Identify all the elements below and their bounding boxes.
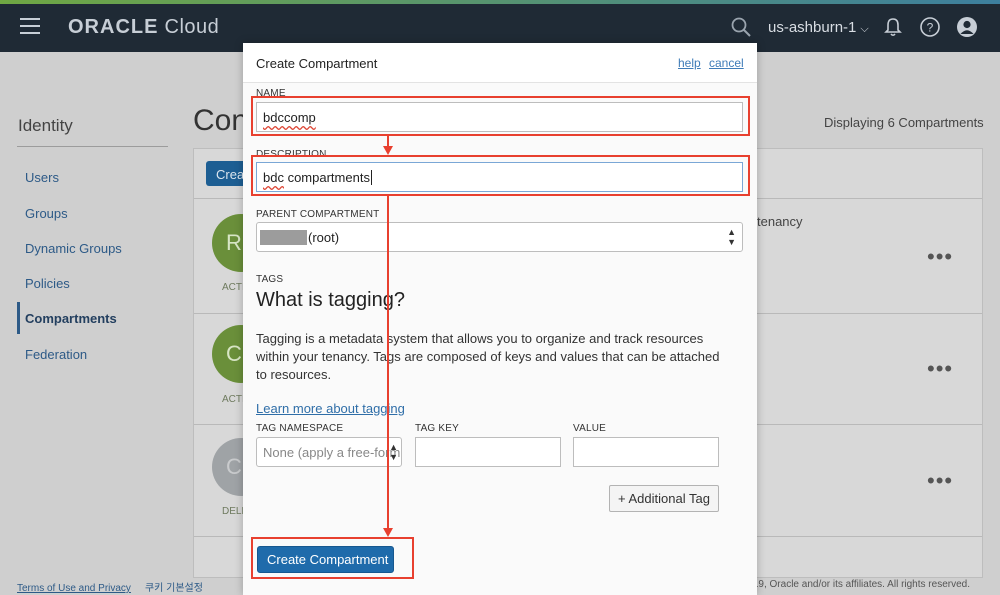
dialog-header: Create Compartment help cancel [243, 43, 757, 83]
tags-description: Tagging is a metadata system that allows… [256, 331, 720, 382]
tags-heading: What is tagging? [256, 289, 405, 311]
tag-key-label: TAG KEY [415, 423, 460, 434]
search-icon[interactable] [731, 17, 751, 37]
highlight-create-button [251, 537, 414, 579]
row-actions-menu[interactable]: ••• [927, 468, 953, 494]
svg-text:?: ? [927, 21, 934, 35]
help-link[interactable]: help [678, 56, 701, 70]
row-status: DELETED [222, 506, 244, 517]
sidebar-item-dynamic-groups[interactable]: Dynamic Groups [25, 241, 122, 256]
menu-icon[interactable] [20, 18, 40, 34]
sidebar-active-indicator [17, 302, 20, 334]
parent-compartment-label: PARENT COMPARTMENT [256, 209, 380, 220]
select-arrows-icon: ▲ ▼ [727, 227, 736, 247]
sidebar-item-compartments[interactable]: Compartments [25, 311, 117, 326]
sidebar-item-groups[interactable]: Groups [25, 206, 68, 221]
sidebar-item-policies[interactable]: Policies [25, 276, 70, 291]
brand-strip [0, 0, 1000, 4]
row-status: ACTIVE [222, 282, 244, 293]
annotation-arrowhead-2 [383, 528, 393, 537]
terms-link[interactable]: Terms of Use and Privacy [17, 583, 131, 594]
region-selector[interactable]: us-ashburn-1 ⌵ [768, 19, 869, 36]
help-icon[interactable]: ? [919, 16, 941, 38]
dialog-title: Create Compartment [256, 56, 378, 71]
highlight-name-field [251, 96, 750, 136]
highlight-description-field [251, 155, 750, 196]
sidebar-divider [17, 146, 168, 147]
parent-compartment-select[interactable]: (root) ▲ ▼ [256, 222, 743, 252]
create-compartment-page-button[interactable]: Crea [206, 161, 246, 186]
tag-namespace-label: TAG NAMESPACE [256, 423, 344, 434]
annotation-arrowhead-1 [383, 146, 393, 155]
page-title: Con [193, 104, 249, 137]
sidebar-item-federation[interactable]: Federation [25, 347, 87, 362]
parent-compartment-value: (root) [308, 230, 340, 245]
sidebar-title: Identity [18, 116, 73, 135]
row-tenancy-text: tenancy [757, 214, 803, 229]
tag-value-label: VALUE [573, 423, 607, 434]
sidebar-item-users[interactable]: Users [25, 170, 59, 185]
footer-links: Terms of Use and Privacy 쿠키 기본설정 [17, 579, 217, 594]
annotation-arrow-2 [387, 196, 389, 529]
tag-namespace-value: None (apply a free-form [263, 445, 401, 460]
cancel-link[interactable]: cancel [709, 56, 744, 70]
tag-namespace-select[interactable]: None (apply a free-form ▲ ▼ [256, 437, 402, 467]
compartment-count: Displaying 6 Compartments [824, 115, 984, 130]
oracle-cloud-logo[interactable]: ORACLE Cloud [68, 16, 219, 39]
bell-icon[interactable] [882, 16, 904, 38]
row-actions-menu[interactable]: ••• [927, 356, 953, 382]
additional-tag-button[interactable]: + Additional Tag [609, 485, 719, 512]
tag-key-input[interactable] [415, 437, 561, 467]
select-arrows-icon: ▲ ▼ [389, 442, 398, 462]
cookie-preferences-link[interactable]: 쿠키 기본설정 [145, 583, 203, 594]
row-status: ACTIVE [222, 394, 244, 405]
user-icon[interactable] [956, 16, 978, 38]
tags-label: TAGS [256, 274, 284, 285]
redacted-tenancy-name [260, 230, 307, 245]
learn-more-tagging-link[interactable]: Learn more about tagging [256, 401, 405, 416]
row-actions-menu[interactable]: ••• [927, 244, 953, 270]
tag-value-input[interactable] [573, 437, 719, 467]
